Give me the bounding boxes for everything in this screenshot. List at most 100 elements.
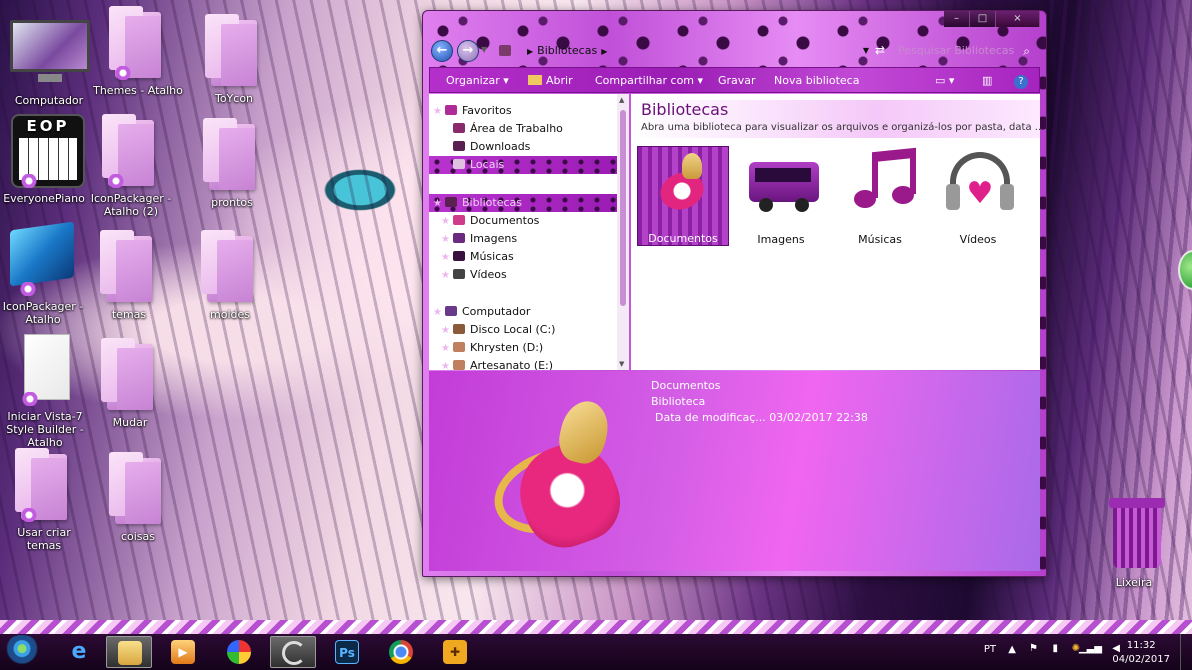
folder-icon bbox=[201, 228, 259, 306]
nav-scrollbar[interactable]: ▲ ▼ bbox=[617, 94, 629, 370]
back-button[interactable]: ← bbox=[431, 40, 453, 62]
command-bar: Organizar ▾ Abrir Compartilhar com ▾ Gra… bbox=[429, 67, 1040, 93]
nav-item-disk-e[interactable]: ★ Artesanato (E:) bbox=[441, 357, 617, 370]
desktop-icon-usar-criar-temas[interactable]: Usar criar temas bbox=[0, 446, 89, 552]
music-icon bbox=[452, 251, 465, 261]
close-button[interactable]: × bbox=[996, 11, 1040, 27]
nav-item-videos[interactable]: ★ Vídeos bbox=[441, 266, 617, 284]
desktop-icon-iconpackager[interactable]: IconPackager - Atalho bbox=[0, 220, 88, 326]
show-hidden-icons[interactable]: ▲ bbox=[1008, 644, 1016, 655]
desktop-icon-coisas[interactable]: coisas bbox=[93, 450, 183, 543]
address-bar-row: ← → ▼ ▶ Bibliotecas ▶ ▼ ⇄ Pesquisar Biblio… bbox=[431, 39, 1040, 63]
desktop-icon-prontos[interactable]: prontos bbox=[187, 116, 277, 209]
documents-icon bbox=[452, 215, 465, 225]
clock-time: 11:32 bbox=[1126, 640, 1156, 651]
nav-item-places[interactable]: Locais bbox=[429, 156, 617, 174]
taskbar-app-loader[interactable] bbox=[270, 636, 316, 668]
picasa-icon bbox=[227, 640, 251, 664]
desktop-icon-moldes[interactable]: moldes bbox=[185, 228, 275, 321]
view-options-icon[interactable]: ▭ ▾ bbox=[935, 68, 954, 93]
desktop-icon-vista7-builder[interactable]: Iniciar Vista-7 Style Builder - Atalho bbox=[0, 330, 90, 449]
desktop-icon-iconpackager-2[interactable]: IconPackager - Atalho (2) bbox=[86, 112, 176, 218]
explorer-window[interactable]: – □ × ← → ▼ ▶ Bibliotecas ▶ ▼ ⇄ Pesquisar … bbox=[422, 10, 1047, 577]
star-icon: ★ bbox=[441, 234, 450, 245]
nav-item-disk-c[interactable]: ★ Disco Local (C:) bbox=[441, 321, 617, 339]
search-input[interactable]: Pesquisar Bibliotecas ⌕ bbox=[866, 41, 1036, 61]
new-library-button[interactable]: Nova biblioteca bbox=[774, 68, 859, 93]
library-item-documents[interactable]: Documentos bbox=[637, 146, 729, 246]
taskbar-ie[interactable]: e bbox=[56, 636, 102, 668]
action-center-flag-icon[interactable]: ⚑ bbox=[1029, 643, 1038, 654]
burn-button[interactable]: Gravar bbox=[718, 68, 756, 93]
desktop-icon-lixeira[interactable]: Lixeira bbox=[1089, 496, 1179, 589]
star-icon: ★ bbox=[441, 343, 450, 354]
document-icon bbox=[16, 330, 74, 408]
taskbar-picasa[interactable] bbox=[216, 636, 262, 668]
folder-icon bbox=[109, 4, 167, 82]
nav-item-disk-d[interactable]: ★ Khrysten (D:) bbox=[441, 339, 617, 357]
desktop-icon-themes[interactable]: Themes - Atalho bbox=[93, 4, 183, 97]
folder-icon bbox=[101, 336, 159, 414]
star-icon: ★ bbox=[441, 216, 450, 227]
nav-item-computer[interactable]: ★ Computador bbox=[433, 303, 617, 321]
library-item-music[interactable]: Músicas bbox=[834, 146, 926, 246]
library-header: Bibliotecas Abra uma biblioteca para vis… bbox=[631, 100, 1044, 138]
scroll-down-icon: ▼ bbox=[619, 360, 625, 368]
videos-icon bbox=[452, 269, 465, 279]
taskbar: e ▶ Ps ✚ PT ▲ ⚑ ▮ ✺ ▁▃▅ ◀ 11:32 04/02/20… bbox=[0, 634, 1192, 670]
taskbar-puzzle-app[interactable]: ✚ bbox=[432, 636, 478, 668]
desktop-icon-toycon[interactable]: ToYcon bbox=[189, 12, 279, 105]
nav-item-downloads[interactable]: Downloads bbox=[453, 138, 617, 156]
puzzle-icon: ✚ bbox=[443, 640, 467, 664]
start-button[interactable] bbox=[2, 635, 42, 669]
folder-icon bbox=[15, 446, 73, 524]
nav-item-documents[interactable]: ★ Documentos bbox=[441, 212, 617, 230]
nav-item-libraries[interactable]: ★ Bibliotecas bbox=[429, 194, 617, 212]
taskbar-media-player[interactable]: ▶ bbox=[160, 636, 206, 668]
search-icon[interactable]: ⌕ bbox=[1023, 41, 1030, 61]
forward-button[interactable]: → bbox=[457, 40, 479, 62]
taskbar-chrome[interactable] bbox=[378, 636, 424, 668]
show-desktop-button[interactable] bbox=[1180, 634, 1192, 670]
breadcrumb-segment[interactable]: Bibliotecas bbox=[537, 44, 597, 57]
desktop-icon-temas[interactable]: temas bbox=[84, 228, 174, 321]
clock[interactable]: 11:32 04/02/2017 bbox=[1112, 639, 1170, 667]
maximize-button[interactable]: □ bbox=[970, 11, 996, 27]
taskbar-explorer[interactable] bbox=[106, 636, 152, 668]
taskbar-photoshop[interactable]: Ps bbox=[324, 636, 370, 668]
user-drive-icon bbox=[452, 360, 465, 370]
organize-button[interactable]: Organizar ▾ bbox=[446, 68, 509, 93]
library-item-videos[interactable]: ♥ Vídeos bbox=[932, 146, 1024, 246]
desktop-icon-everyonepiano[interactable]: EOP EveryonePiano bbox=[0, 112, 89, 205]
breadcrumb[interactable]: ▶ Bibliotecas ▶ ▼ bbox=[495, 42, 869, 60]
preview-pane-icon[interactable]: ▥ bbox=[982, 68, 992, 93]
nav-item-desktop[interactable]: Área de Trabalho bbox=[453, 120, 617, 138]
taskbar-decoration bbox=[0, 620, 1192, 634]
share-button[interactable]: Compartilhar com ▾ bbox=[595, 68, 703, 93]
nav-item-favorites[interactable]: ★ Favoritos bbox=[433, 102, 617, 120]
desktop-icon-mudar[interactable]: Mudar bbox=[85, 336, 175, 429]
chrome-icon bbox=[389, 640, 413, 664]
nav-item-images[interactable]: ★ Imagens bbox=[441, 230, 617, 248]
open-button[interactable]: Abrir bbox=[528, 68, 573, 93]
battery-icon[interactable]: ▮ bbox=[1052, 643, 1058, 654]
downloads-icon bbox=[453, 141, 465, 151]
star-icon: ★ bbox=[441, 325, 450, 336]
help-icon[interactable]: ? bbox=[1014, 68, 1028, 93]
star-icon: ★ bbox=[441, 361, 450, 370]
disk-icon bbox=[452, 324, 465, 334]
nav-item-music[interactable]: ★ Músicas bbox=[441, 248, 617, 266]
minimize-button[interactable]: – bbox=[944, 11, 970, 27]
folder-icon bbox=[203, 116, 261, 194]
places-icon bbox=[453, 159, 465, 169]
music-note-icon bbox=[848, 147, 916, 214]
desktop-icon-computador[interactable]: Computador bbox=[4, 14, 94, 107]
language-indicator[interactable]: PT bbox=[984, 644, 996, 655]
recent-pages-chevron-icon[interactable]: ▼ bbox=[481, 45, 487, 54]
signal-icon[interactable]: ▁▃▅ bbox=[1079, 643, 1102, 654]
details-type: Biblioteca bbox=[651, 395, 706, 408]
library-item-images[interactable]: Imagens bbox=[735, 146, 827, 246]
breadcrumb-separator-icon: ▶ bbox=[527, 47, 534, 56]
scrollbar-thumb[interactable] bbox=[620, 110, 626, 306]
folder-icon bbox=[100, 228, 158, 306]
